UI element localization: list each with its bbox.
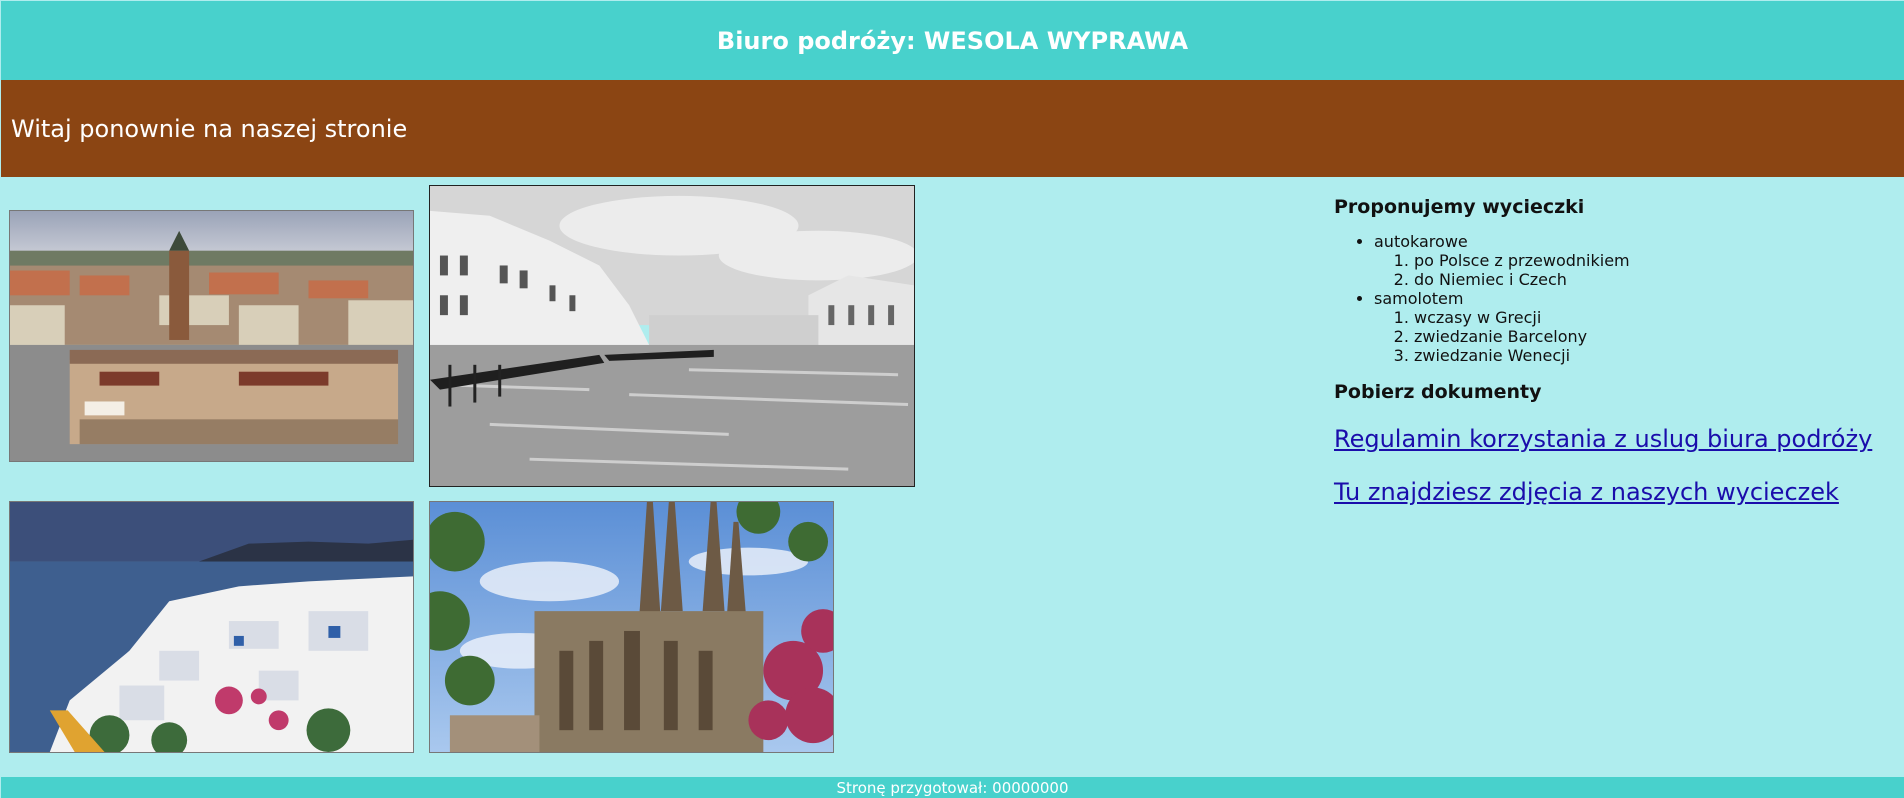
photo-venice xyxy=(429,185,915,487)
offer-item: wczasy w Grecji xyxy=(1414,308,1894,327)
author-credit: Stronę przygotował: 00000000 xyxy=(836,778,1069,797)
offer-group-coach: autokarowe po Polsce z przewodnikiem do … xyxy=(1374,232,1894,289)
offers-heading: Proponujemy wycieczki xyxy=(1334,196,1585,218)
welcome-banner: Witaj ponownie na naszej stronie xyxy=(1,80,1904,177)
welcome-text: Witaj ponownie na naszej stronie xyxy=(11,114,408,143)
page-header: Biuro podróży: WESOLA WYPRAWA xyxy=(1,1,1904,80)
documents-heading: Pobierz dokumenty xyxy=(1334,381,1542,403)
trip-photos-link[interactable]: Tu znajdziesz zdjęcia z naszych wyciecze… xyxy=(1334,478,1894,506)
regulations-link[interactable]: Regulamin korzystania z uslug biura podr… xyxy=(1334,425,1894,453)
offer-group-plane: samolotem wczasy w Grecji zwiedzanie Bar… xyxy=(1374,289,1894,365)
photo-santorini xyxy=(9,501,414,753)
page-footer: Stronę przygotował: 00000000 xyxy=(1,777,1904,798)
offer-item: zwiedzanie Wenecji xyxy=(1414,346,1894,365)
photo-barcelona xyxy=(429,501,834,753)
page-title: Biuro podróży: WESOLA WYPRAWA xyxy=(716,26,1189,55)
offer-item: do Niemiec i Czech xyxy=(1414,270,1894,289)
offer-group-label: samolotem xyxy=(1374,289,1464,308)
offer-sublist: po Polsce z przewodnikiem do Niemiec i C… xyxy=(1414,251,1894,289)
photo-krakow xyxy=(9,210,414,462)
offer-item: zwiedzanie Barcelony xyxy=(1414,327,1894,346)
offer-group-label: autokarowe xyxy=(1374,232,1468,251)
offer-sublist: wczasy w Grecji zwiedzanie Barcelony zwi… xyxy=(1414,308,1894,365)
offers-list: autokarowe po Polsce z przewodnikiem do … xyxy=(1374,232,1894,365)
offer-item: po Polsce z przewodnikiem xyxy=(1414,251,1894,270)
offers-panel: Proponujemy wycieczki autokarowe po Pols… xyxy=(1334,196,1894,506)
